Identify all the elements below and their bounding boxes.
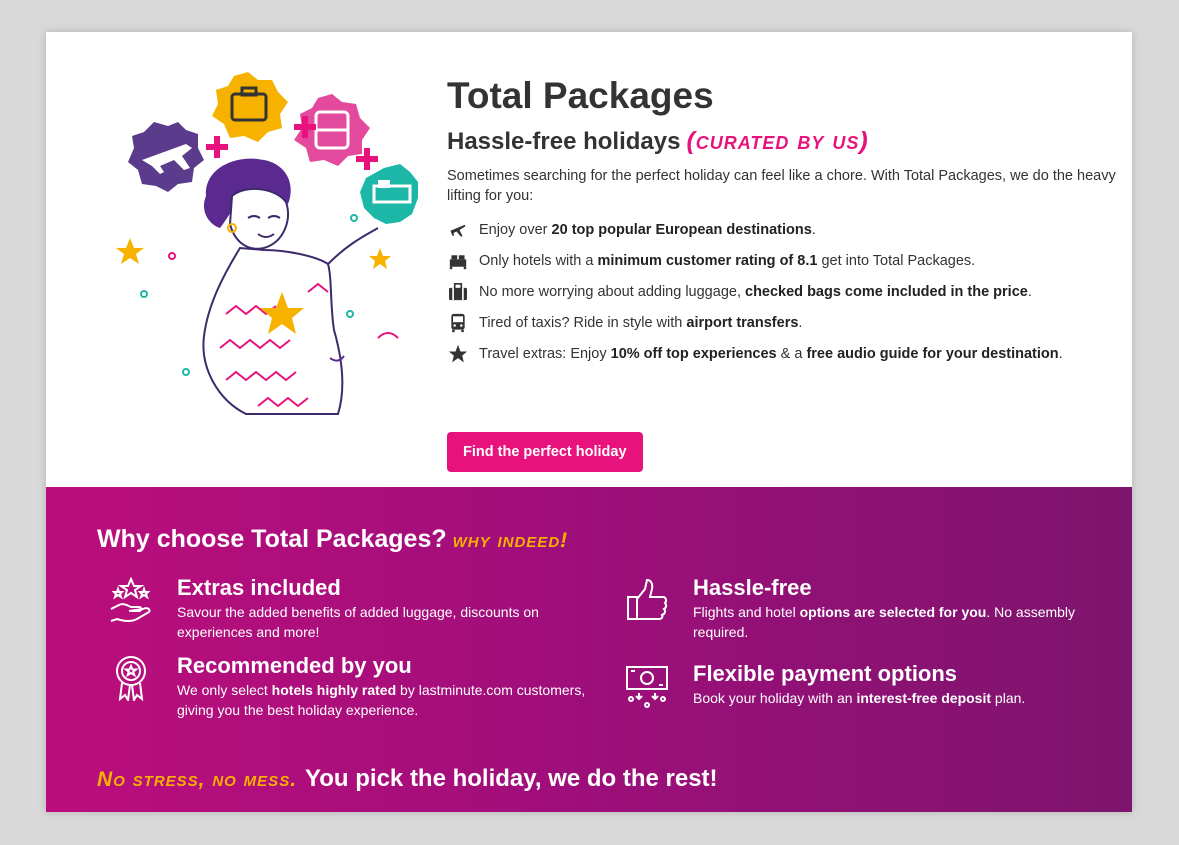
subtitle-script: (curated by us) — [686, 127, 869, 155]
feature-text: No more worrying about adding luggage, c… — [479, 283, 1032, 300]
benefit-text: Book your holiday with an interest-free … — [693, 690, 1026, 706]
luggage-icon — [447, 281, 469, 303]
feature-text: Tired of taxis? Ride in style with airpo… — [479, 314, 803, 331]
total-packages-card: Total Packages Hassle-free holidays (cura… — [46, 32, 1132, 812]
feature-list: Enjoy over 20 top popular European desti… — [447, 214, 1127, 369]
benefit-text: Savour the added benefits of added lugga… — [177, 604, 539, 640]
tagline: No stress, no mess. You pick the holiday,… — [97, 765, 718, 793]
hand-stars-icon — [110, 577, 151, 622]
hero-subtitle: Hassle-free holidays (curated by us) — [447, 126, 1127, 157]
why-heading: Why choose Total Packages? why indeed! — [97, 525, 568, 554]
hero-intro: Sometimes searching for the perfect holi… — [447, 168, 1116, 204]
benefit-title: Extras included — [177, 575, 341, 600]
feature-item-destinations: Enjoy over 20 top popular European desti… — [447, 214, 1127, 245]
benefit-title: Hassle-free — [693, 575, 812, 600]
bus-icon — [447, 312, 469, 334]
feature-text: Travel extras: Enjoy 10% off top experie… — [479, 345, 1063, 362]
bed-icon — [447, 250, 469, 272]
feature-text: Enjoy over 20 top popular European desti… — [479, 221, 816, 238]
benefit-hassle-free: Hassle-free Flights and hotel options ar… — [627, 575, 1132, 642]
tagline-text: You pick the holiday, we do the rest! — [305, 765, 718, 792]
star-icon — [447, 343, 469, 365]
feature-item-hotels: Only hotels with a minimum customer rati… — [447, 245, 1127, 276]
benefit-title: Flexible payment options — [693, 661, 958, 686]
bed-badge-icon — [360, 164, 418, 224]
hero-section: Total Packages Hassle-free holidays (cura… — [46, 32, 1132, 487]
star-decoration — [369, 248, 391, 269]
why-heading-script: why indeed! — [452, 529, 569, 552]
benefit-flexible-payment: Flexible payment options Book your holid… — [626, 661, 1132, 708]
plane-icon — [447, 219, 469, 241]
hero-content: Total Packages Hassle-free holidays (cura… — [447, 74, 1127, 472]
tagline-script: No stress, no mess. — [97, 768, 298, 791]
benefit-text: We only select hotels highly rated by la… — [177, 682, 586, 718]
benefit-recommended: Recommended by you We only select hotels… — [116, 653, 617, 720]
payment-icon — [626, 666, 668, 708]
star-decoration — [116, 238, 144, 264]
find-holiday-button[interactable]: Find the perfect holiday — [447, 432, 643, 472]
award-badge-icon — [116, 656, 146, 701]
thumbs-up-icon — [627, 578, 668, 620]
why-heading-text: Why choose Total Packages? — [97, 525, 447, 553]
subtitle-text: Hassle-free holidays — [447, 128, 681, 155]
holiday-illustration — [116, 72, 418, 415]
feature-text: Only hotels with a minimum customer rati… — [479, 252, 976, 269]
feature-item-extras: Travel extras: Enjoy 10% off top experie… — [447, 338, 1127, 369]
suitcase-badge-icon — [212, 72, 288, 142]
why-section: Why choose Total Packages? why indeed! Ex… — [46, 487, 1132, 812]
feature-item-luggage: No more worrying about adding luggage, c… — [447, 276, 1127, 307]
page-title: Total Packages — [447, 75, 714, 116]
benefit-text: Flights and hotel options are selected f… — [693, 604, 1076, 640]
plane-badge-icon — [128, 122, 204, 192]
feature-item-transfers: Tired of taxis? Ride in style with airpo… — [447, 307, 1127, 338]
benefit-extras: Extras included Savour the added benefit… — [110, 575, 617, 642]
benefit-title: Recommended by you — [177, 653, 412, 678]
